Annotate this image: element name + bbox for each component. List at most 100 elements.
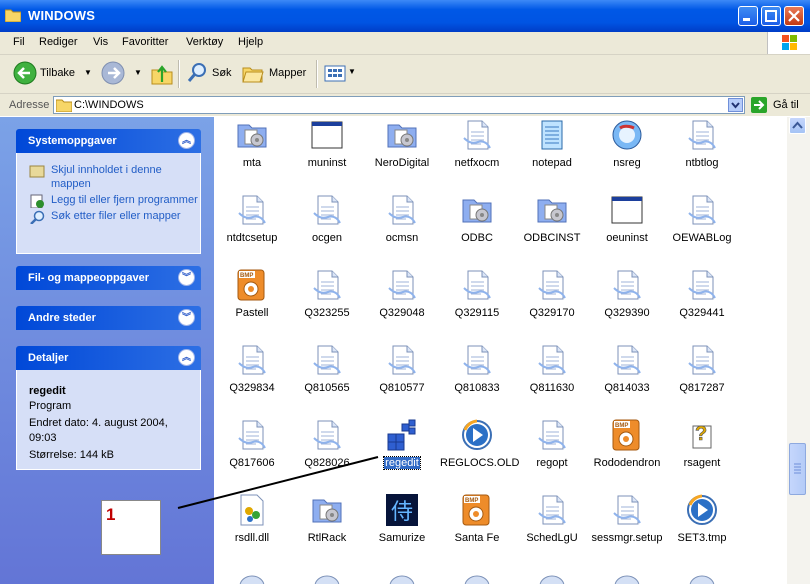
back-button[interactable]: Tilbake ▼ [8,60,94,88]
go-button[interactable]: Gå til [773,99,799,111]
file-item[interactable]: ODBC [439,193,515,244]
file-item[interactable]: ODBCINST [514,193,590,244]
close-button[interactable] [784,6,804,26]
folder-icon [460,193,494,227]
system-tasks-header[interactable]: Systemoppgaver ︽ [16,129,201,153]
document-icon [685,268,719,302]
file-item[interactable]: ntdtcsetup [214,193,290,244]
menu-favorites[interactable]: Favoritter [122,36,168,48]
task-search-files[interactable]: Søk etter filer eller mapper [17,209,200,224]
views-button[interactable]: ▼ [324,63,356,85]
scroll-thumb[interactable] [789,443,806,495]
maximize-button[interactable] [761,6,781,26]
file-item[interactable]: Q814033 [589,343,665,394]
menu-tools[interactable]: Verktøy [186,36,223,48]
file-item[interactable]: netfxocm [439,118,515,169]
address-input[interactable]: C:\WINDOWS [53,96,745,114]
forward-dropdown-icon[interactable]: ▼ [134,68,142,77]
file-item[interactable]: Q817287 [664,343,740,394]
file-item[interactable]: BMP Santa Fe [439,493,515,544]
file-item[interactable]: Q329834 [214,343,290,394]
file-item[interactable]: mta [214,118,290,169]
back-arrow-icon [13,61,37,85]
menu-file[interactable]: Fil [13,36,25,48]
back-dropdown-icon[interactable]: ▼ [84,68,92,77]
file-item[interactable]: notepad [514,118,590,169]
search-label: Søk [212,67,232,79]
windows-flag-icon [782,35,797,50]
task-add-remove-programs[interactable]: Legg til eller fjern programmer [17,193,200,208]
file-item[interactable]: Q329441 [664,268,740,319]
file-item[interactable]: Q329048 [364,268,440,319]
file-name: Q329115 [454,307,500,319]
task-hide-folder-contents[interactable]: Skjul innholdet i denne mappen [17,163,200,191]
file-item[interactable]: REGLOCS.OLD [439,418,519,469]
file-list: mta muninst NeroDigital netfxocm notepad nsre… [214,117,787,584]
file-item[interactable]: regedit [364,418,440,470]
menu-edit[interactable]: Rediger [39,36,78,48]
file-item[interactable]: OEWABLog [664,193,740,244]
minimize-button[interactable] [738,6,758,26]
expand-icon[interactable]: ︾ [178,269,195,286]
file-name: ocmsn [385,232,419,244]
file-item[interactable]: rsdll.dll [214,493,290,544]
file-item[interactable]: Q329115 [439,268,515,319]
file-item[interactable]: Q329390 [589,268,665,319]
document-icon [310,193,344,227]
other-places-header[interactable]: Andre steder ︾ [16,306,201,330]
menu-view[interactable]: Vis [93,36,108,48]
folder-icon [310,493,344,527]
search-button[interactable]: Søk [186,60,234,88]
scroll-up-button[interactable] [789,117,806,134]
folders-button[interactable]: Mapper [242,60,308,88]
go-arrow-icon[interactable] [751,97,767,113]
details-type: Program [29,400,72,412]
file-item[interactable]: Q329170 [514,268,590,319]
file-tasks-header[interactable]: Fil- og mappeoppgaver ︾ [16,266,201,290]
file-name: oeuninst [606,232,648,244]
file-name: RtlRack [307,532,347,544]
file-item[interactable]: Q817606 [214,418,290,469]
details-header[interactable]: Detaljer ︽ [16,346,201,370]
file-item[interactable]: SET3.tmp [664,493,740,544]
collapse-icon[interactable]: ︽ [178,349,195,366]
collapse-icon[interactable]: ︽ [178,132,195,149]
folders-icon [242,67,264,83]
close-icon [788,10,800,22]
expand-icon[interactable]: ︾ [178,309,195,326]
system-tasks-panel: Systemoppgaver ︽ Skjul innholdet i denne… [16,129,201,254]
file-name: REGLOCS.OLD [440,457,520,469]
forward-arrow-icon[interactable] [100,60,128,88]
file-item[interactable]: Q810577 [364,343,440,394]
file-item[interactable]: Q323255 [289,268,365,319]
up-folder-icon[interactable] [150,62,174,86]
file-name: Q329170 [529,307,575,319]
file-item[interactable]: ocmsn [364,193,440,244]
file-item[interactable]: muninst [289,118,365,169]
file-item[interactable]: 侍 Samurize [364,493,440,544]
menu-help[interactable]: Hjelp [238,36,263,48]
file-item[interactable]: ocgen [289,193,365,244]
document-icon [460,118,494,152]
file-item[interactable]: ntbtlog [664,118,740,169]
window-app-icon [610,193,644,227]
document-icon [685,343,719,377]
file-item[interactable]: Q828026 [289,418,365,469]
address-dropdown-button[interactable] [728,98,743,112]
document-icon [610,343,644,377]
file-item[interactable]: Q810833 [439,343,515,394]
file-item[interactable]: BMP Pastell [214,268,290,319]
file-item[interactable]: sessmgr.setup [589,493,665,544]
file-item[interactable]: RtlRack [289,493,365,544]
file-item[interactable]: nsreg [589,118,665,169]
file-item[interactable]: regopt [514,418,590,469]
file-item[interactable]: NeroDigital [364,118,440,169]
programs-icon [30,194,44,208]
file-item[interactable]: Q810565 [289,343,365,394]
file-item[interactable]: ? rsagent [664,418,740,469]
vertical-scrollbar[interactable] [787,117,810,584]
file-item[interactable]: oeuninst [589,193,665,244]
file-item[interactable]: BMP Rododendron [589,418,665,469]
file-item[interactable]: Q811630 [514,343,590,394]
file-item[interactable]: SchedLgU [514,493,590,544]
